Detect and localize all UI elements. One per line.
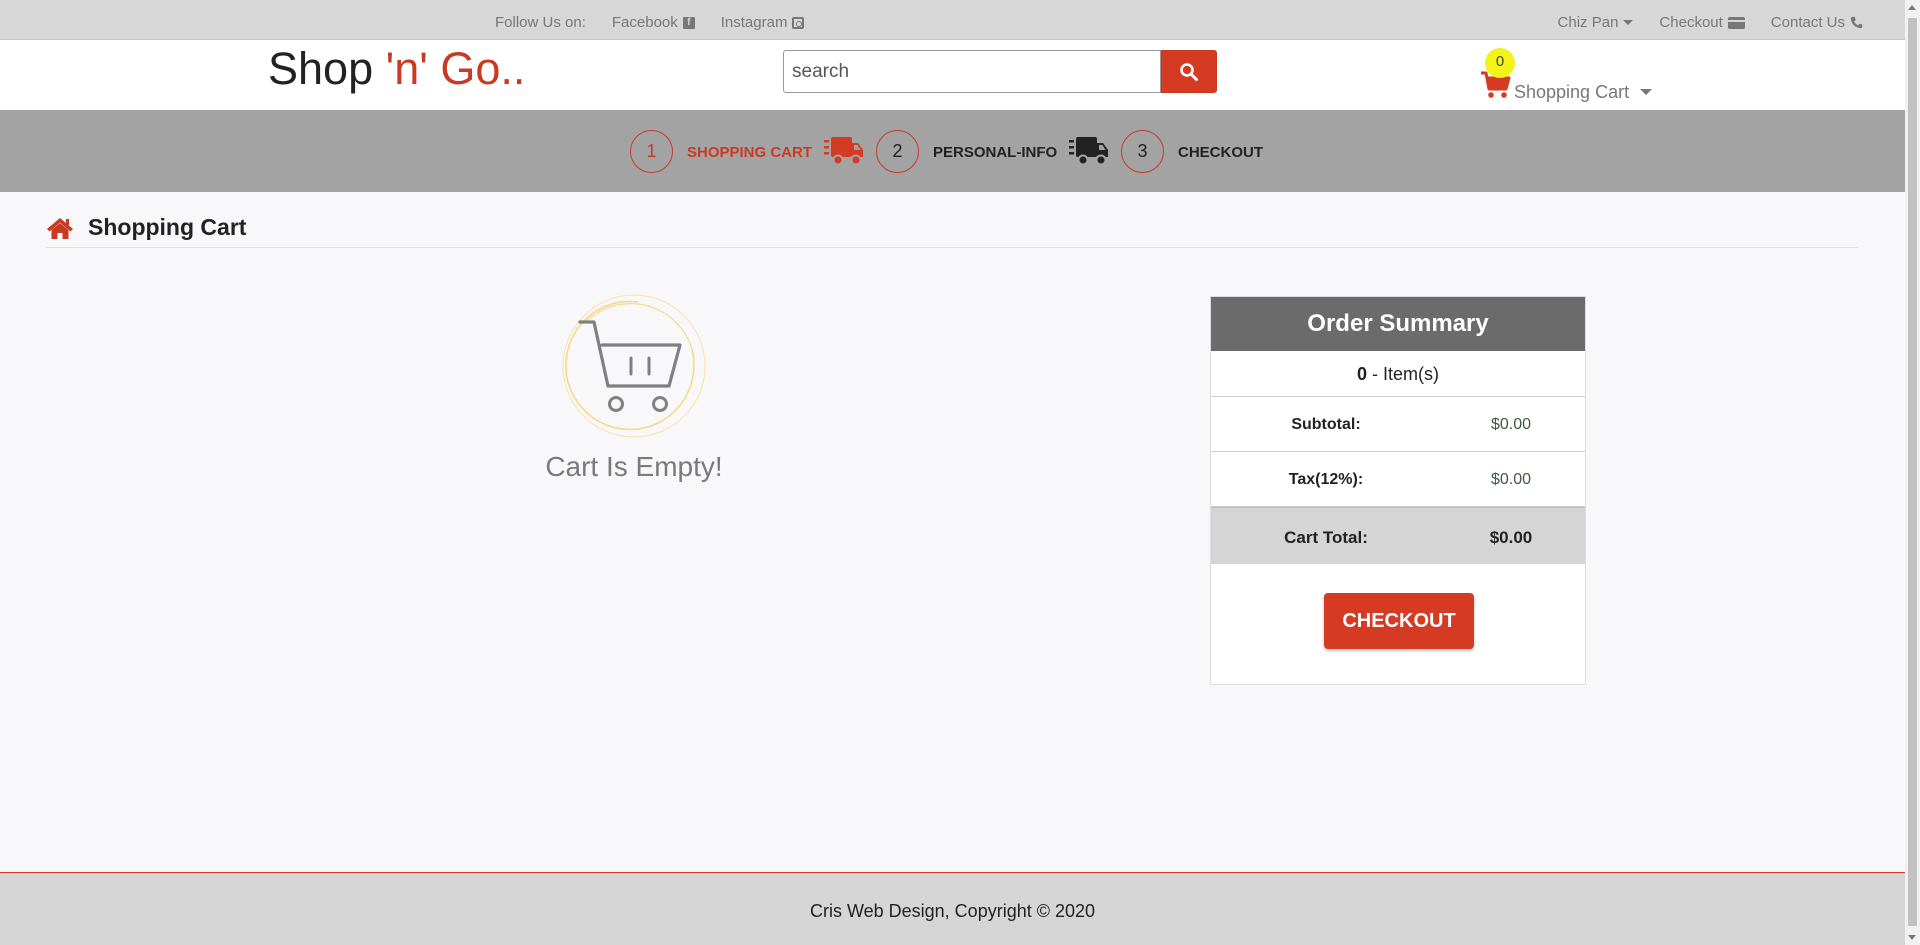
cart-total-row: Cart Total: $0.00 [1211,507,1585,564]
top-bar: Follow Us on: Facebook f Instagram Chiz … [0,0,1905,40]
order-summary: Order Summary 0 - Item(s) Subtotal: $0.0… [1210,296,1586,685]
subtotal-row: Subtotal: $0.00 [1211,397,1585,452]
step-3-circle: 3 [1121,130,1164,173]
facebook-link[interactable]: Facebook f [612,14,695,31]
step-3-label: CHECKOUT [1178,144,1263,161]
home-icon[interactable] [46,216,74,240]
scroll-down-icon[interactable] [1908,935,1916,940]
tax-label: Tax(12%): [1288,471,1364,488]
empty-cart-placeholder: Cart Is Empty! [540,290,728,483]
checkout-steps: 1 SHOPPING CART 2 PERSONAL-INFO 3 CHECKO… [0,110,1905,192]
phone-icon [1850,16,1863,29]
tax-value: $0.00 [1490,471,1532,488]
subtotal-value: $0.00 [1490,416,1532,433]
header-cart-dropdown[interactable]: 0 Shopping Cart [1480,46,1652,106]
cart-total-value: $0.00 [1489,528,1533,547]
order-summary-title: Order Summary [1211,297,1585,351]
header: Shop 'n' Go.. 0 Shopping Cart [0,40,1905,110]
user-menu[interactable]: Chiz Pan [1558,14,1634,31]
search-icon [1180,62,1198,81]
copyright-text: Cris Web Design, Copyright © 2020 [809,901,1096,921]
facebook-icon: f [682,16,695,29]
contact-link-label: Contact Us [1770,14,1845,31]
contact-link[interactable]: Contact Us [1771,14,1863,31]
checkout-button[interactable]: CHECKOUT [1324,593,1474,649]
scrollbar-thumb[interactable] [1908,18,1917,926]
subtotal-label: Subtotal: [1291,416,1361,433]
user-name: Chiz Pan [1557,14,1619,31]
search-bar [783,50,1217,93]
search-button[interactable] [1161,50,1217,93]
footer: Cris Web Design, Copyright © 2020 [0,872,1905,945]
step-1-circle: 1 [630,130,673,173]
instagram-link[interactable]: Instagram [721,14,805,31]
title-divider [46,247,1858,248]
follow-label: Follow Us on: [495,14,586,31]
truck-icon [1069,137,1108,166]
instagram-icon [792,16,805,29]
step-2-label: PERSONAL-INFO [933,144,1058,161]
logo-accent-text: 'n' Go.. [385,43,526,94]
truck-icon [824,137,863,166]
step-1-label: SHOPPING CART [687,144,813,161]
breadcrumb: Shopping Cart [46,214,246,241]
facebook-link-label: Facebook [611,14,678,31]
caret-down-icon [1623,20,1634,25]
empty-cart-message: Cart Is Empty! [545,451,723,482]
social-links: Follow Us on: Facebook f Instagram [495,14,805,31]
checkout-link[interactable]: Checkout [1659,14,1745,31]
page-scrollbar[interactable] [1905,0,1920,945]
scroll-up-icon[interactable] [1908,5,1916,10]
logo-main-text: Shop [268,43,386,94]
item-count-suffix: - Item(s) [1367,364,1439,384]
empty-cart-icon [562,294,706,438]
site-logo[interactable]: Shop 'n' Go.. [268,43,525,95]
cart-label: Shopping Cart [1514,82,1630,102]
cart-total-label: Cart Total: [1284,528,1368,547]
item-count-value: 0 [1356,364,1367,384]
search-input[interactable] [783,50,1161,93]
account-links: Chiz Pan Checkout Contact Us [1558,14,1863,31]
tax-row: Tax(12%): $0.00 [1211,452,1585,507]
checkout-link-label: Checkout [1659,14,1723,31]
instagram-link-label: Instagram [720,14,788,31]
caret-down-icon [1640,89,1652,95]
step-2-circle: 2 [876,130,919,173]
credit-card-icon [1727,16,1745,29]
item-count: 0 - Item(s) [1211,351,1585,397]
cart-count-badge: 0 [1485,48,1515,78]
page-title: Shopping Cart [88,214,247,240]
